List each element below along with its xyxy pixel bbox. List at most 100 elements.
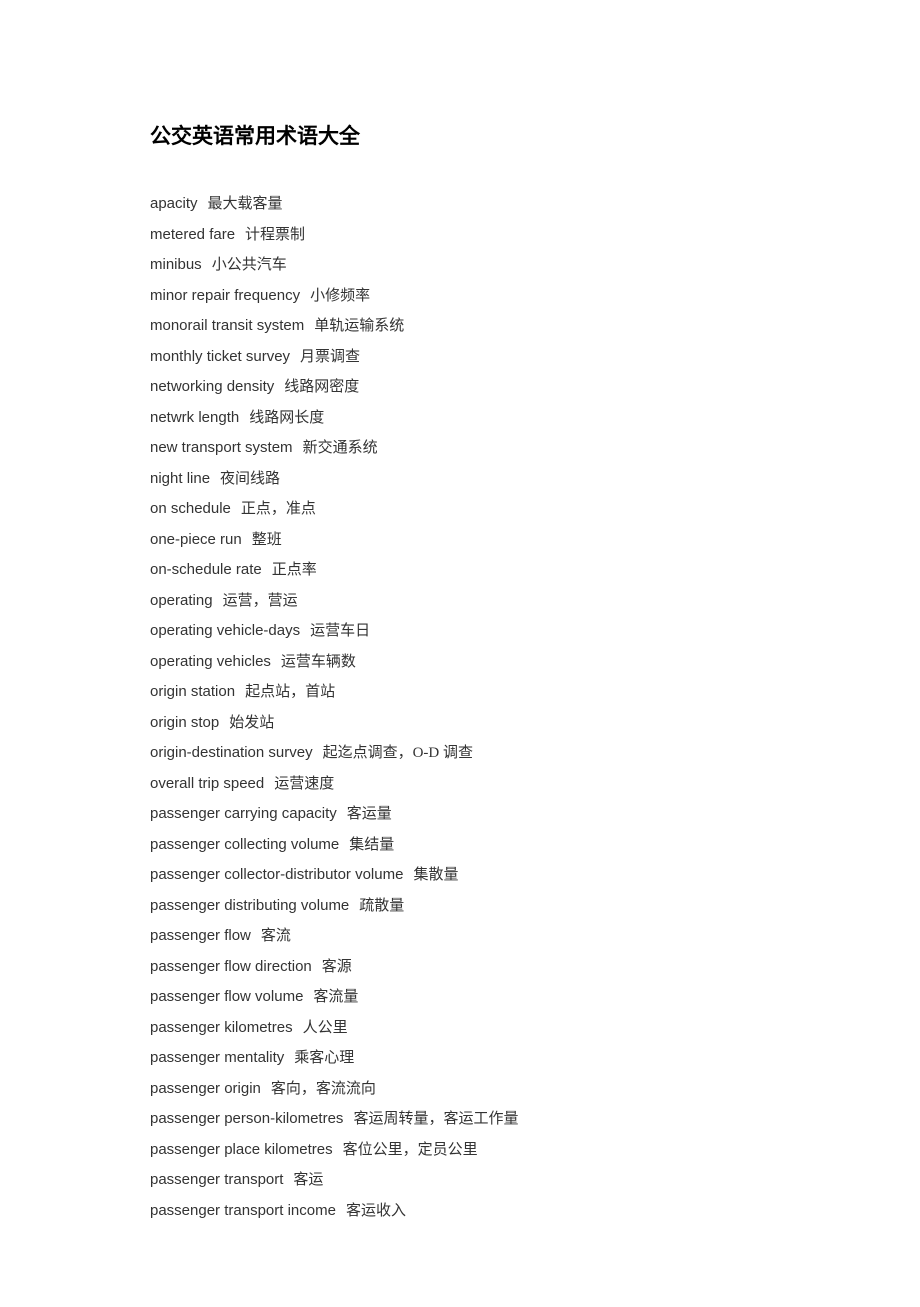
entry-chinese: 小修频率	[310, 288, 370, 304]
entry-chinese: 始发站	[229, 715, 274, 731]
entry-english: monorail transit system	[150, 317, 304, 334]
entry-english: passenger origin	[150, 1080, 261, 1097]
entry-chinese: 计程票制	[245, 227, 305, 243]
glossary-entry: origin-destination survey 起迄点调查，O-D 调查	[150, 739, 770, 768]
entry-chinese: 起点站，首站	[245, 684, 335, 700]
entry-english: networking density	[150, 378, 274, 395]
entry-english: netwrk length	[150, 409, 239, 426]
glossary-entry: one-piece run 整班	[150, 526, 770, 555]
entry-chinese: 运营车日	[310, 623, 370, 639]
entry-chinese: 整班	[252, 532, 282, 548]
glossary-entry: operating vehicle-days 运营车日	[150, 617, 770, 646]
entry-english: origin station	[150, 683, 235, 700]
glossary-entry: passenger transport 客运	[150, 1166, 770, 1195]
glossary-entry: passenger flow 客流	[150, 922, 770, 951]
entry-chinese: 客运收入	[346, 1203, 406, 1219]
entry-english: passenger person-kilometres	[150, 1110, 343, 1127]
entry-english: new transport system	[150, 439, 293, 456]
entry-english: passenger collector-distributor volume	[150, 866, 403, 883]
entry-english: night line	[150, 470, 210, 487]
entry-chinese: 正点，准点	[241, 501, 316, 517]
glossary-entry: passenger kilometres 人公里	[150, 1014, 770, 1043]
entry-english: overall trip speed	[150, 775, 264, 792]
glossary-entry: passenger distributing volume 疏散量	[150, 892, 770, 921]
entry-english: monthly ticket survey	[150, 348, 290, 365]
glossary-entry: passenger flow direction 客源	[150, 953, 770, 982]
entry-chinese: 运营速度	[274, 776, 334, 792]
glossary-entry: passenger place kilometres 客位公里，定员公里	[150, 1136, 770, 1165]
entry-english: apacity	[150, 195, 198, 212]
entry-english: passenger flow volume	[150, 988, 303, 1005]
entry-chinese: 乘客心理	[294, 1050, 354, 1066]
entry-chinese: 人公里	[303, 1020, 348, 1036]
entry-english: passenger flow	[150, 927, 251, 944]
glossary-entry: passenger collector-distributor volume 集散…	[150, 861, 770, 890]
entry-chinese: 客流量	[313, 989, 358, 1005]
entry-chinese: 集结量	[349, 837, 394, 853]
glossary-entry: night line 夜间线路	[150, 465, 770, 494]
glossary-entry: on-schedule rate 正点率	[150, 556, 770, 585]
entry-chinese: 客运周转量，客运工作量	[353, 1111, 518, 1127]
entry-chinese: 正点率	[272, 562, 317, 578]
glossary-entry: passenger origin 客向，客流流向	[150, 1075, 770, 1104]
glossary-entry: metered fare 计程票制	[150, 221, 770, 250]
glossary-entry: passenger carrying capacity 客运量	[150, 800, 770, 829]
entry-chinese: 疏散量	[359, 898, 404, 914]
entry-chinese: 运营，营运	[223, 593, 298, 609]
entry-english: operating vehicle-days	[150, 622, 300, 639]
glossary-entry: passenger transport income客运收入	[150, 1197, 770, 1226]
entry-english: on schedule	[150, 500, 231, 517]
entry-english: minor repair frequency	[150, 287, 300, 304]
glossary-entry: netwrk length 线路网长度	[150, 404, 770, 433]
entry-english: origin stop	[150, 714, 219, 731]
glossary-entry: operating vehicles 运营车辆数	[150, 648, 770, 677]
entry-chinese: 客位公里，定员公里	[343, 1142, 478, 1158]
entry-english: minibus	[150, 256, 202, 273]
entry-chinese: 新交通系统	[303, 440, 378, 456]
entry-chinese: 集散量	[413, 867, 458, 883]
entry-english: one-piece run	[150, 531, 242, 548]
glossary-entry: minibus 小公共汽车	[150, 251, 770, 280]
entry-english: passenger carrying capacity	[150, 805, 337, 822]
document-title: 公交英语常用术语大全	[150, 120, 770, 150]
entries-list: apacity 最大载客量 metered fare 计程票制 minibus 小公共汽车…	[150, 190, 770, 1225]
entry-chinese: 最大载客量	[208, 196, 283, 212]
entry-english: operating vehicles	[150, 653, 271, 670]
entry-english: passenger collecting volume	[150, 836, 339, 853]
glossary-entry: minor repair frequency 小修频率	[150, 282, 770, 311]
glossary-entry: overall trip speed 运营速度	[150, 770, 770, 799]
entry-english: metered fare	[150, 226, 235, 243]
glossary-entry: monorail transit system 单轨运输系统	[150, 312, 770, 341]
entry-english: operating	[150, 592, 213, 609]
entry-chinese: 客运	[293, 1172, 323, 1188]
entry-chinese: 小公共汽车	[212, 257, 287, 273]
entry-english: passenger mentality	[150, 1049, 284, 1066]
glossary-entry: on schedule 正点，准点	[150, 495, 770, 524]
entry-english: passenger kilometres	[150, 1019, 293, 1036]
entry-chinese: 起迄点调查，O-D 调查	[323, 745, 473, 761]
entry-chinese: 夜间线路	[220, 471, 280, 487]
glossary-entry: origin stop 始发站	[150, 709, 770, 738]
entry-chinese: 客源	[322, 959, 352, 975]
entry-english: on-schedule rate	[150, 561, 262, 578]
glossary-entry: passenger flow volume 客流量	[150, 983, 770, 1012]
entry-english: passenger distributing volume	[150, 897, 349, 914]
glossary-entry: networking density 线路网密度	[150, 373, 770, 402]
entry-chinese: 客运量	[347, 806, 392, 822]
entry-chinese: 运营车辆数	[281, 654, 356, 670]
entry-chinese: 线路网密度	[284, 379, 359, 395]
entry-english: passenger transport	[150, 1171, 283, 1188]
entry-chinese: 月票调查	[300, 349, 360, 365]
glossary-entry: passenger person-kilometres 客运周转量，客运工作量	[150, 1105, 770, 1134]
glossary-entry: operating 运营，营运	[150, 587, 770, 616]
glossary-entry: origin station 起点站，首站	[150, 678, 770, 707]
entry-chinese: 线路网长度	[249, 410, 324, 426]
entry-english: passenger flow direction	[150, 958, 312, 975]
entry-english: passenger place kilometres	[150, 1141, 333, 1158]
entry-chinese: 客向，客流流向	[271, 1081, 376, 1097]
entry-chinese: 单轨运输系统	[314, 318, 404, 334]
glossary-entry: passenger collecting volume 集结量	[150, 831, 770, 860]
entry-chinese: 客流	[261, 928, 291, 944]
glossary-entry: apacity 最大载客量	[150, 190, 770, 219]
entry-english: origin-destination survey	[150, 744, 313, 761]
